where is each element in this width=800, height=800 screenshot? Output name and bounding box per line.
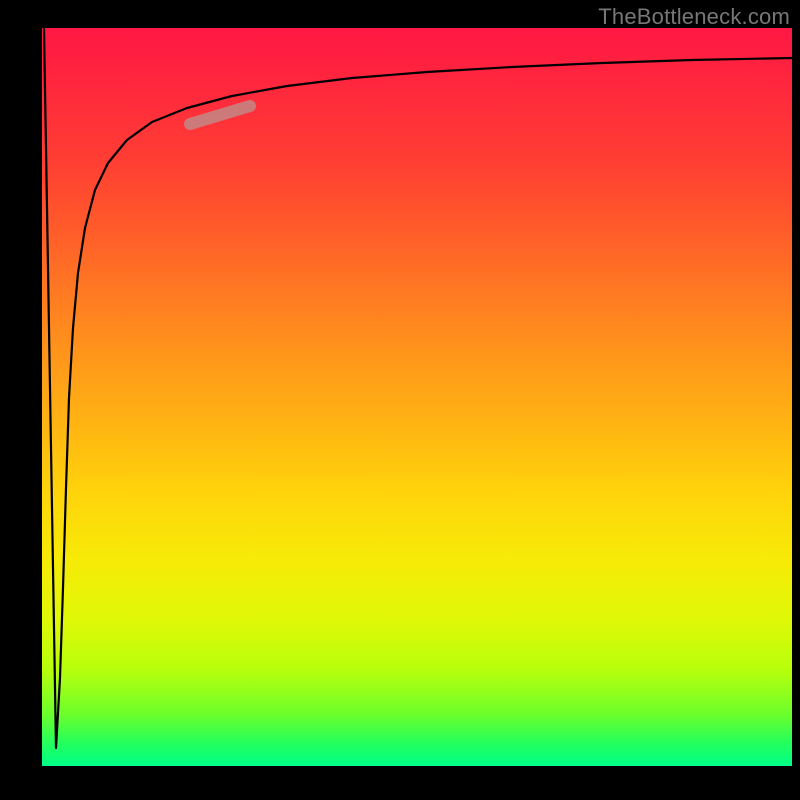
- watermark-text: TheBottleneck.com: [598, 4, 790, 30]
- bottleneck-curve: [44, 28, 792, 748]
- plot-area: [42, 28, 792, 766]
- chart-frame: TheBottleneck.com: [0, 0, 800, 800]
- curve-svg: [42, 28, 792, 766]
- highlight-marker: [190, 106, 250, 124]
